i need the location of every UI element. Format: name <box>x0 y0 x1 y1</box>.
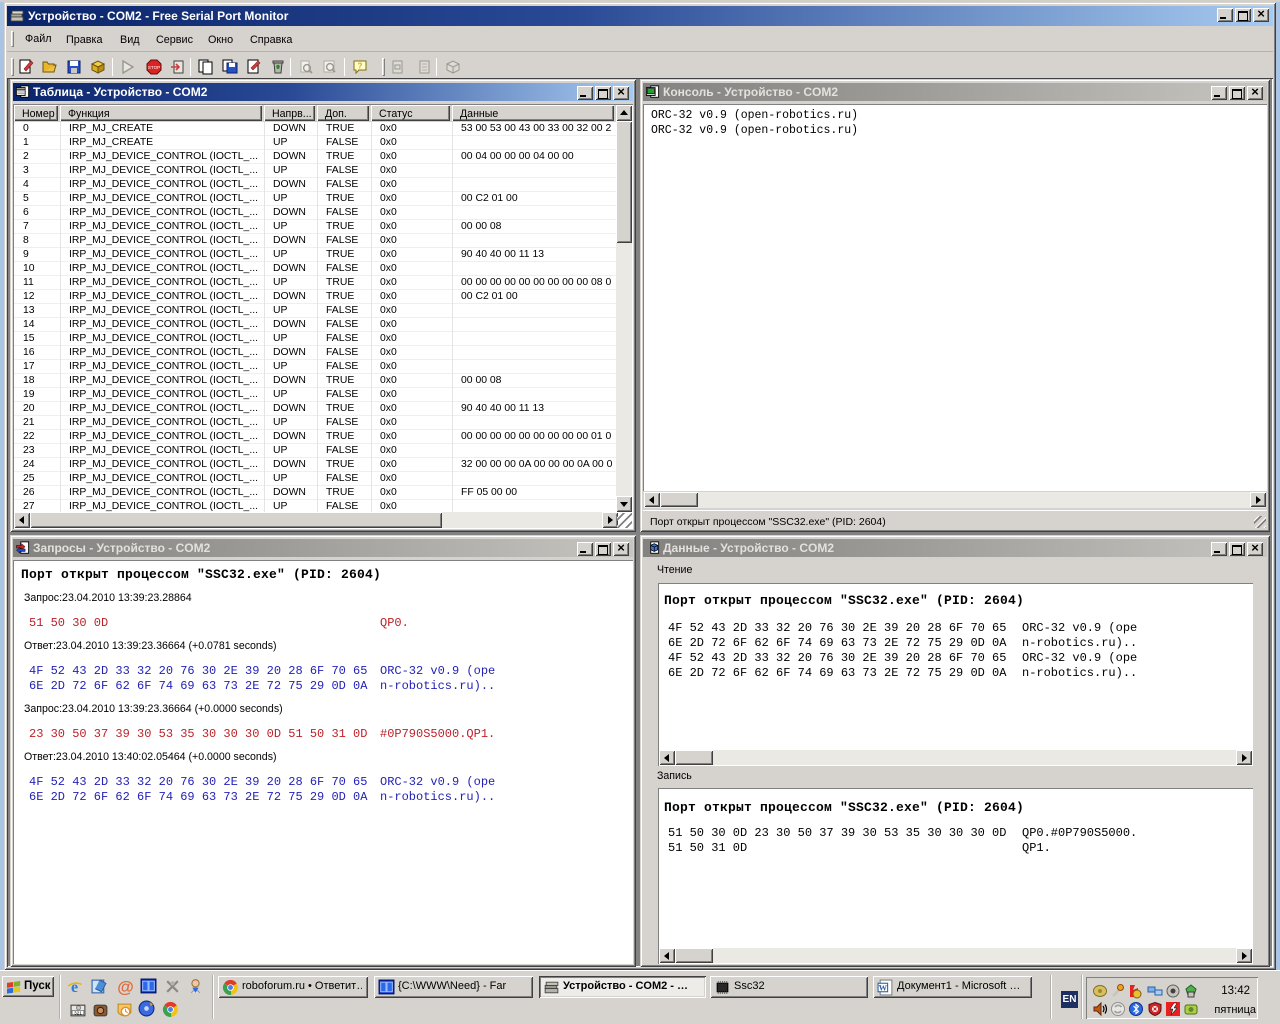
svg-text:?: ? <box>358 62 363 71</box>
svg-text:321: 321 <box>74 1010 82 1016</box>
svg-text:STOP: STOP <box>148 65 160 70</box>
svg-text:@: @ <box>117 978 134 995</box>
svg-text:W: W <box>879 983 888 993</box>
svg-text:e: e <box>71 979 78 995</box>
